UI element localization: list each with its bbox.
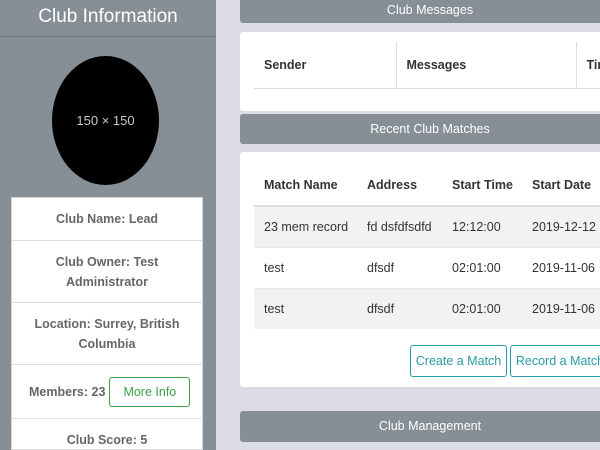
- club-info-card: Club Name: Lead Club Owner: Test Adminis…: [11, 197, 203, 450]
- messages-table: Sender Messages Tim: [254, 42, 600, 89]
- club-score: Club Score: 5: [12, 419, 202, 449]
- table-row[interactable]: 23 mem record fd dsfdfsdfd 12:12:00 2019…: [254, 205, 600, 247]
- messages-header: Club Messages: [240, 0, 600, 23]
- cell-address: fd dsfdfsdfd: [357, 205, 442, 247]
- club-avatar: 150 × 150: [52, 56, 159, 185]
- cell-start-time: 02:01:00: [442, 246, 522, 288]
- club-location: Location: Surrey, British Columbia: [12, 303, 202, 365]
- cell-match-name: test: [254, 287, 357, 329]
- matches-panel: Match Name Address Start Time Start Date…: [240, 152, 600, 387]
- col-start-time: Start Time: [442, 164, 522, 207]
- cell-address: dfsdf: [357, 287, 442, 329]
- management-header: Club Management: [240, 411, 600, 442]
- record-match-button[interactable]: Record a Match: [510, 345, 600, 377]
- members-count: Members: 23: [29, 384, 106, 399]
- cell-start-time: 12:12:00: [442, 205, 522, 247]
- cell-start-date: 2019-11-06: [522, 287, 600, 329]
- matches-table: Match Name Address Start Time Start Date…: [254, 164, 600, 329]
- club-sidebar: Club Information 150 × 150 Club Name: Le…: [0, 0, 216, 450]
- col-start-date: Start Date: [522, 164, 600, 207]
- cell-match-name: 23 mem record: [254, 205, 357, 247]
- cell-address: dfsdf: [357, 246, 442, 288]
- messages-panel: Sender Messages Tim: [240, 32, 600, 111]
- club-owner: Club Owner: Test Administrator: [12, 241, 202, 303]
- table-row[interactable]: test dfsdf 02:01:00 2019-11-06: [254, 246, 600, 288]
- more-info-button[interactable]: More Info: [109, 376, 191, 407]
- table-row[interactable]: test dfsdf 02:01:00 2019-11-06: [254, 287, 600, 329]
- avatar-placeholder-text: 150 × 150: [76, 113, 135, 128]
- col-match-name: Match Name: [254, 164, 357, 207]
- club-name: Club Name: Lead: [12, 198, 202, 241]
- cell-match-name: test: [254, 246, 357, 288]
- cell-start-date: 2019-11-06: [522, 246, 600, 288]
- cell-start-date: 2019-12-12: [522, 205, 600, 247]
- col-time: Tim: [575, 42, 600, 89]
- col-address: Address: [357, 164, 442, 207]
- sidebar-title: Club Information: [0, 0, 216, 37]
- create-match-button[interactable]: Create a Match: [410, 345, 507, 377]
- matches-header: Recent Club Matches: [240, 114, 600, 144]
- main-content: Club Messages Sender Messages Tim Recent…: [240, 0, 600, 450]
- col-messages: Messages: [395, 42, 576, 89]
- col-sender: Sender: [254, 42, 396, 89]
- cell-start-time: 02:01:00: [442, 287, 522, 329]
- members-row: Members: 23 More Info: [12, 365, 202, 419]
